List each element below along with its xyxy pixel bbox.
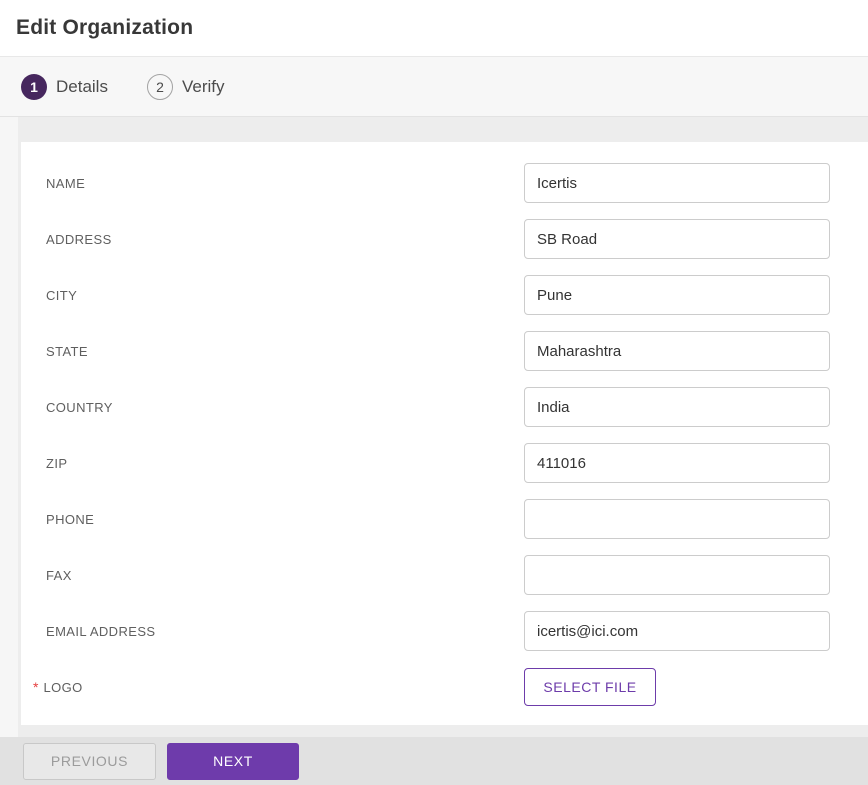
state-input[interactable] [524,331,830,371]
field-input-cell [524,611,830,651]
field-label: NAME [46,175,86,191]
edit-organization-window: Edit Organization 1 Details 2 Verify NAM… [0,0,868,785]
step-1-badge: 1 [21,73,47,100]
form-row: NAME [46,163,830,203]
form-row: CITY [46,275,830,315]
field-label-cell: FAX [46,568,524,583]
step-1-label: Details [56,76,108,96]
name-input[interactable] [524,163,830,203]
field-label-cell: EMAIL ADDRESS [46,624,524,639]
form-card-wrap: NAME ADDRESS CITY STATE COUNTRY [0,117,868,737]
form-row: FAX [46,555,830,595]
next-button[interactable]: NEXT [167,742,299,780]
fax-input[interactable] [524,555,830,595]
field-label: ZIP [46,455,68,471]
form-row: COUNTRY [46,387,830,427]
form-row: ADDRESS [46,219,830,259]
field-label: LOGO [43,679,83,695]
field-label-cell: CITY [46,288,524,303]
page-header: Edit Organization [0,0,868,57]
field-label: PHONE [46,511,95,527]
step-2-label: Verify [181,76,225,96]
country-input[interactable] [524,387,830,427]
form-row: * LOGO SELECT FILE [33,667,830,707]
organization-form: NAME ADDRESS CITY STATE COUNTRY [21,142,868,725]
page-title: Edit Organization [16,16,194,39]
field-input-cell [524,555,830,595]
field-label: FAX [46,567,72,583]
field-input-cell [524,387,830,427]
field-label-cell: STATE [46,344,524,359]
field-label: ADDRESS [46,231,112,247]
field-label-cell: NAME [46,176,524,191]
field-label-cell: * LOGO [33,679,524,695]
field-input-cell: SELECT FILE [524,668,830,706]
field-label-cell: ZIP [46,456,524,471]
field-input-cell [524,331,830,371]
required-asterisk: * [33,679,39,695]
form-rows: NAME ADDRESS CITY STATE COUNTRY [33,163,830,707]
email-address-input[interactable] [524,611,830,651]
field-label: CITY [46,287,78,303]
wizard-stepper: 1 Details 2 Verify [0,57,868,117]
field-label: EMAIL ADDRESS [46,623,156,639]
wizard-footer: PREVIOUS NEXT [0,737,868,785]
field-input-cell [524,443,830,483]
field-label: STATE [46,343,88,359]
field-input-cell [524,163,830,203]
previous-button[interactable]: PREVIOUS [23,742,156,780]
field-input-cell [524,275,830,315]
field-label: COUNTRY [46,399,113,415]
field-input-cell [524,219,830,259]
form-row: EMAIL ADDRESS [46,611,830,651]
field-label-cell: ADDRESS [46,232,524,247]
field-input-cell [524,499,830,539]
form-row: PHONE [46,499,830,539]
address-input[interactable] [524,219,830,259]
field-label-cell: COUNTRY [46,400,524,415]
field-label-cell: PHONE [46,512,524,527]
main-area: NAME ADDRESS CITY STATE COUNTRY [0,117,868,785]
step-verify[interactable]: 2 Verify [146,73,225,100]
form-row: ZIP [46,443,830,483]
select-file-button[interactable]: SELECT FILE [524,668,656,706]
step-details[interactable]: 1 Details [21,73,108,100]
step-2-badge: 2 [146,73,173,100]
phone-input[interactable] [524,499,830,539]
city-input[interactable] [524,275,830,315]
form-row: STATE [46,331,830,371]
zip-input[interactable] [524,443,830,483]
